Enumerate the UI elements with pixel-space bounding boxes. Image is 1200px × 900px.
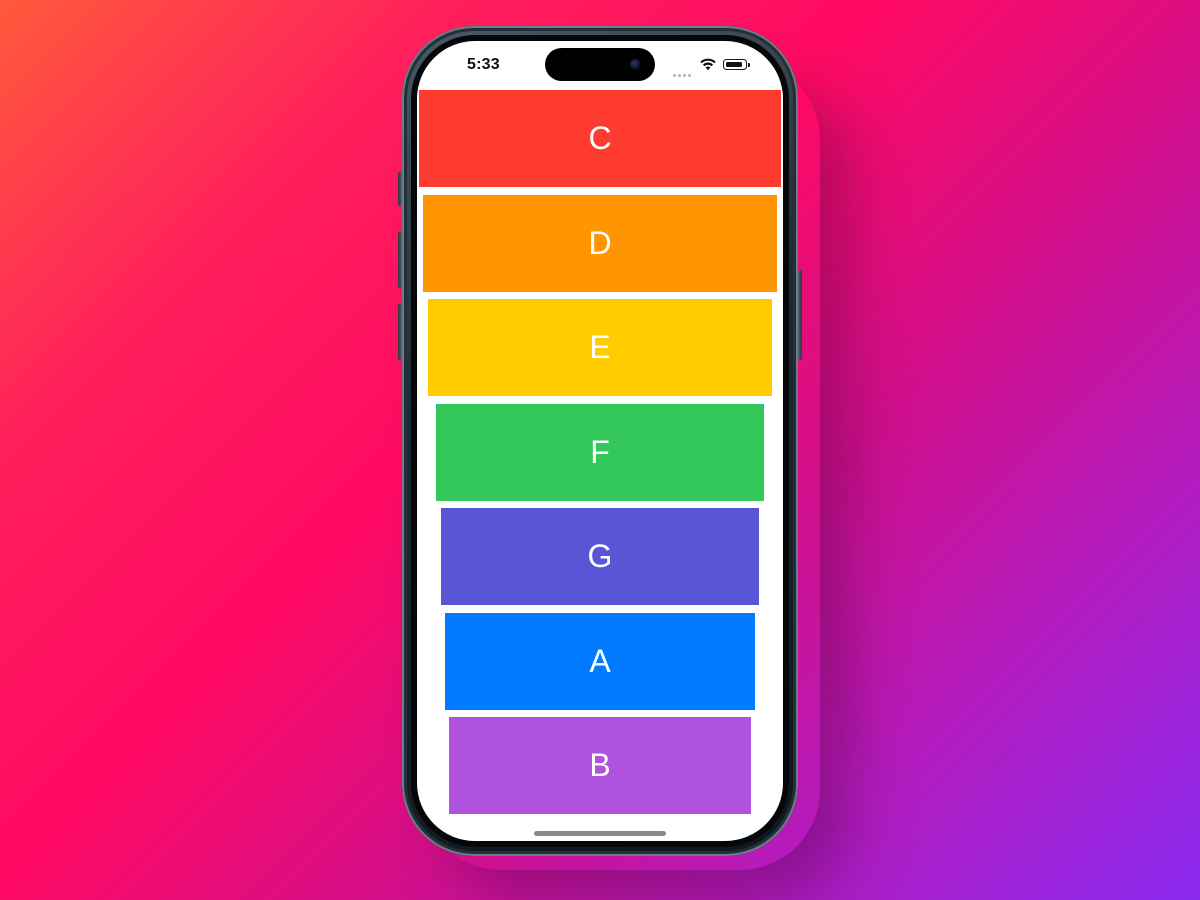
status-time: 5:33 — [467, 56, 500, 73]
dynamic-island — [545, 48, 655, 81]
battery-level — [725, 61, 742, 67]
front-camera-icon — [630, 59, 641, 70]
volume-down-button — [398, 304, 402, 360]
list-item-label: A — [589, 643, 611, 679]
power-button — [798, 270, 802, 360]
list-item-label: E — [589, 329, 611, 365]
cellular-signal-icon — [673, 64, 695, 77]
wifi-icon — [700, 58, 716, 71]
canvas: { "status_bar": { "time": "5:33", "icons… — [0, 0, 1200, 900]
status-bar: 5:33 — [417, 41, 783, 89]
battery-tip — [748, 62, 750, 67]
list-item-label: G — [587, 538, 613, 574]
battery-icon — [723, 59, 750, 70]
list-item-label: D — [588, 225, 612, 261]
home-indicator[interactable] — [534, 831, 666, 836]
list-item[interactable]: E — [428, 299, 772, 396]
list-item-label: F — [590, 434, 610, 470]
list-item[interactable]: A — [445, 613, 755, 710]
list-item[interactable]: F — [436, 404, 764, 501]
phone-screen: 5:33 C D E F G A B — [417, 41, 783, 841]
list-item-label: C — [588, 120, 612, 156]
list-item[interactable]: C — [419, 90, 781, 187]
list-item-label: B — [589, 747, 611, 783]
action-button — [398, 172, 402, 206]
list-item[interactable]: G — [441, 508, 759, 605]
list-item[interactable]: D — [423, 195, 777, 292]
status-icons — [643, 58, 753, 77]
volume-up-button — [398, 232, 402, 288]
list-item[interactable]: B — [449, 717, 751, 814]
